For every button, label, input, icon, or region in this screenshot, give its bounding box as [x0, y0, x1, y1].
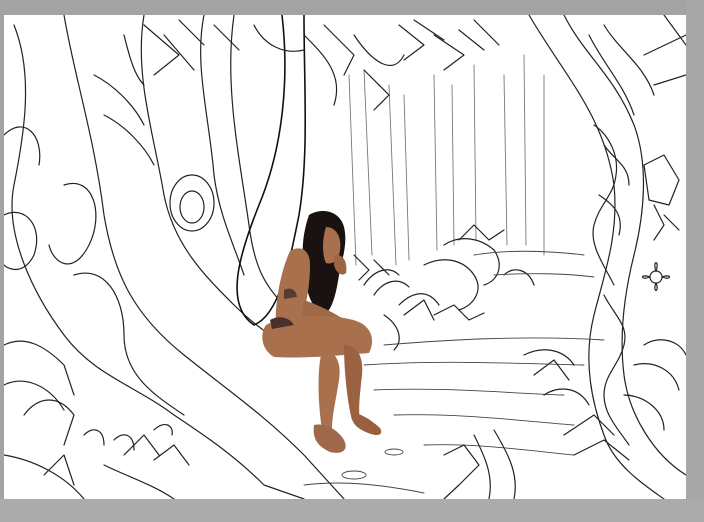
jungle-line-art: [4, 15, 686, 499]
right-vine-trunk: [528, 15, 665, 499]
flower-right: [641, 262, 671, 292]
workspace-right-edge: [686, 0, 704, 522]
photoshop-workspace: [0, 0, 704, 522]
woman-figure: [262, 211, 382, 453]
document-canvas[interactable]: [4, 15, 686, 499]
workspace-bottom-edge: [0, 499, 704, 522]
left-trunk-outline: [11, 24, 305, 499]
